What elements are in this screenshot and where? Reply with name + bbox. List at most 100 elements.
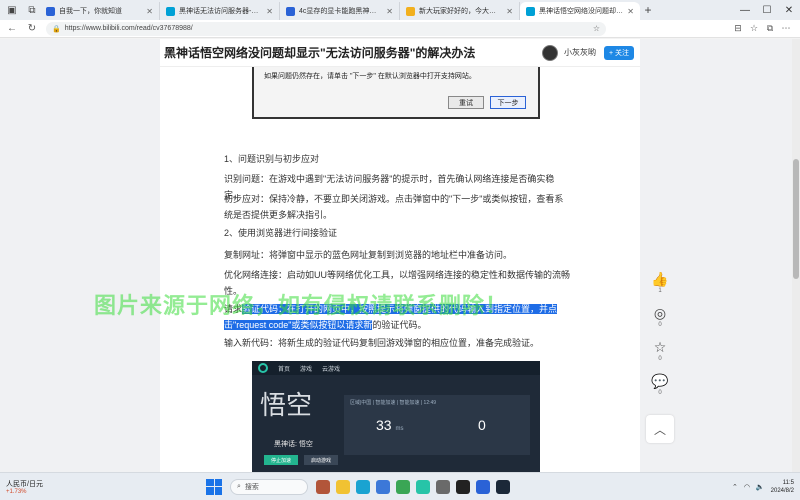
coin-icon[interactable]: ◎ [646, 305, 674, 322]
browser-tab[interactable]: 黑神话悟空网络没问题却显示"无法 ✕ [520, 2, 640, 20]
coin-action[interactable]: ◎ 0 [646, 305, 674, 328]
follow-button[interactable]: + 关注 [604, 45, 634, 60]
refresh-icon[interactable]: ↻ [24, 23, 40, 34]
tab-favicon-icon [46, 6, 55, 16]
favorites-icon[interactable]: ☆ [746, 23, 762, 34]
app-icon-steam[interactable] [496, 479, 510, 494]
comment-icon[interactable]: 💬 [646, 373, 674, 390]
page-scrollbar[interactable] [792, 39, 800, 472]
article-header: 黑神话悟空网络没问题却显示"无法访问服务器"的解决办法 小灰灰哟 + 关注 [160, 39, 640, 67]
tab-favicon-icon [166, 6, 175, 16]
tab-actions-icon[interactable]: ⧉ [24, 2, 40, 18]
favorite-star-icon[interactable]: ☆ [593, 24, 600, 33]
back-to-top-button[interactable]: ︿ [646, 415, 674, 443]
tab-title: 4c显存的显卡能跑黑神话悟空吗 [299, 8, 383, 15]
currency-widget[interactable]: 人民币/日元 +1.73% [0, 479, 140, 495]
app-icon-game[interactable] [316, 479, 330, 494]
tab-close-icon[interactable]: ✕ [266, 7, 273, 16]
game-tab-home: 首页 [278, 366, 291, 373]
loss-value: 0 [478, 417, 486, 433]
app-icon-qq[interactable] [456, 479, 470, 494]
tab-favicon-icon [406, 6, 415, 16]
next-button: 下一步 [490, 96, 526, 109]
article-body: 如果问题仍然存在，请单击 "下一步" 在默认浏览器中打开支持网站。 重试 下一步… [94, 67, 640, 472]
highlight-tail: 的验证代码。 [372, 320, 427, 330]
app-icon-edge[interactable] [356, 479, 370, 494]
avatar[interactable] [542, 44, 558, 61]
game-tab-games: 游戏 [300, 366, 313, 373]
browser-tab[interactable]: 新大玩家好好的，今大突然就说不 ✕ [400, 2, 520, 20]
paragraph-input-code: 输入新代码：将新生成的验证代码复制回游戏弹窗的相应位置，准备完成验证。 [224, 338, 540, 348]
browser-tab[interactable]: 自我一下，你就知道 ✕ [40, 2, 160, 20]
tab-close-icon[interactable]: ✕ [146, 7, 153, 16]
currency-change: +1.73% [6, 488, 27, 495]
stop-boost-button: 停止加速 [264, 455, 298, 465]
volume-icon[interactable]: 🔈 [756, 483, 765, 491]
author-name[interactable]: 小灰灰哟 [564, 47, 596, 58]
paragraph-copy-url: 复制网址：将弹窗中显示的蓝色网址复制到浏览器的地址栏中准备访问。 [224, 250, 513, 260]
clock-date: 2024/8/2 [770, 487, 794, 494]
tab-strip: ▣ ⧉ 自我一下，你就知道✕黑神话无法访问服务器-哔哩哔哩✕4c显存的显卡能跑黑… [0, 0, 800, 20]
currency-label: 人民币/日元 [6, 480, 43, 488]
app-icon-store[interactable] [376, 479, 390, 494]
minimize-icon[interactable]: — [734, 5, 756, 16]
browser-tab[interactable]: 黑神话无法访问服务器-哔哩哔哩 ✕ [160, 2, 280, 20]
tray-chevron-icon[interactable]: ⌃ [732, 483, 738, 491]
url-text: https://www.bilibili.com/read/cv37678988… [64, 25, 193, 32]
tab-favicon-icon [286, 6, 295, 16]
browser-tab[interactable]: 4c显存的显卡能跑黑神话悟空吗✕ [280, 2, 400, 20]
clock[interactable]: 11:5 2024/8/2 [771, 479, 794, 495]
game-title: 黑神话: 悟空 [274, 441, 313, 448]
more-menu-icon[interactable]: ⋯ [778, 23, 794, 34]
game-tab-cloud: 云游戏 [322, 366, 341, 373]
close-icon[interactable]: ✕ [778, 5, 800, 16]
app-icon-files[interactable] [336, 479, 350, 494]
taskbar-apps [316, 479, 510, 494]
app-icon-blue[interactable] [476, 479, 490, 494]
tab-title: 黑神话悟空网络没问题却显示"无法 [539, 8, 623, 15]
page-title: 黑神话悟空网络没问题却显示"无法访问服务器"的解决办法 [164, 46, 476, 60]
dialog-message: 如果问题仍然存在，请单击 "下一步" 在默认浏览器中打开支持网站。 [264, 73, 476, 80]
watermark-text: 图片来源于网络，如有侵权请联系删除！ [94, 293, 509, 318]
comment-count: 0 [658, 390, 662, 396]
workspaces-icon[interactable]: ▣ [4, 2, 20, 18]
app-icon-uu[interactable] [416, 479, 430, 494]
latency-unit: ms [395, 426, 404, 432]
paragraph-initial: 初步应对：保持冷静，不要立即关闭游戏。点击弹窗中的"下一步"或类似按钮，查看系统… [224, 194, 564, 220]
address-bar: ← ↻ 🔒 https://www.bilibili.com/read/cv37… [0, 20, 800, 38]
back-icon[interactable]: ← [4, 23, 20, 34]
scrollbar-thumb[interactable] [793, 159, 799, 279]
tab-close-icon[interactable]: ✕ [506, 7, 513, 16]
accelerator-screenshot: 首页 游戏 云游戏 悟空 黑神话: 悟空 停止加速 启动游戏 区域|中国 | 智… [252, 361, 540, 472]
tab-title: 黑神话无法访问服务器-哔哩哔哩 [179, 8, 262, 15]
tab-title: 自我一下，你就知道 [59, 8, 122, 15]
app-icon-media[interactable] [436, 479, 450, 494]
search-placeholder: 搜索 [244, 483, 259, 491]
system-tray: ⌃ ◠ 🔈 11:5 2024/8/2 [732, 479, 794, 495]
app-icon-green[interactable] [396, 479, 410, 494]
maximize-icon[interactable]: ☐ [756, 5, 778, 16]
toolbar-right: ⊟ ☆ ⧉ ⋯ [730, 23, 794, 34]
new-tab-button[interactable]: + [640, 3, 656, 17]
windows-start-icon[interactable] [206, 478, 222, 495]
tab-close-icon[interactable]: ✕ [627, 7, 634, 16]
taskbar: 人民币/日元 +1.73% ⌕ 搜索 ⌃ ◠ 🔈 11:5 2024/8/2 [0, 472, 800, 500]
like-action[interactable]: 👍 1 [646, 271, 674, 294]
section-heading-2: 2、使用浏览器进行间接验证 [224, 228, 338, 238]
collections-icon[interactable]: ⧉ [762, 23, 778, 34]
coin-count: 0 [658, 322, 662, 328]
taskbar-search[interactable]: ⌕ 搜索 [230, 478, 308, 495]
star-icon[interactable]: ☆ [646, 339, 674, 356]
comment-action[interactable]: 💬 0 [646, 373, 674, 396]
server-status: 区域|中国 | 智能加速 | 智能加速 | 12:49 [350, 400, 437, 406]
tab-close-icon[interactable]: ✕ [386, 7, 393, 16]
clock-time: 11:5 [782, 479, 794, 486]
tab-favicon-icon [526, 6, 535, 16]
favorite-action[interactable]: ☆ 0 [646, 339, 674, 362]
wifi-icon[interactable]: ◠ [744, 483, 750, 491]
split-screen-icon[interactable]: ⊟ [730, 23, 746, 34]
window-controls: — ☐ ✕ [734, 5, 800, 16]
launch-game-button: 启动游戏 [304, 455, 338, 465]
url-field[interactable]: 🔒 https://www.bilibili.com/read/cv376789… [46, 21, 606, 36]
thumbs-up-icon[interactable]: 👍 [646, 271, 674, 288]
